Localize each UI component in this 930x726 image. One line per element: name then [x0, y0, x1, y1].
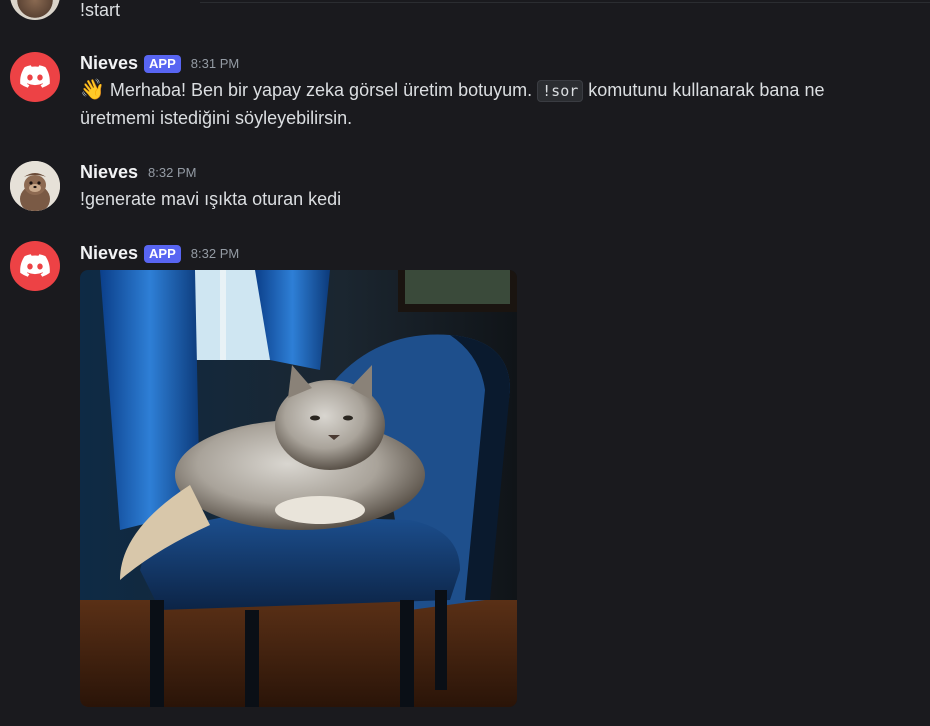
message-bot-welcome: Nieves APP 8:31 PM 👋 Merhaba! Ben bir ya…: [0, 48, 930, 138]
inline-code: !sor: [537, 80, 584, 102]
message-start: !start: [0, 0, 930, 30]
message-header: Nieves APP 8:31 PM: [80, 53, 239, 74]
timestamp[interactable]: 8:31 PM: [191, 56, 239, 71]
message-header: Nieves APP 8:32 PM: [80, 243, 239, 264]
discord-logo-icon[interactable]: [10, 52, 60, 102]
username[interactable]: Nieves: [80, 243, 138, 264]
username[interactable]: Nieves: [80, 162, 138, 183]
otter-avatar-icon: [10, 161, 60, 211]
discord-logo-icon: [20, 254, 50, 277]
chat-messages: !start Nieves APP 8:31 PM 👋 Merhaba! Ben…: [0, 0, 930, 726]
timestamp[interactable]: 8:32 PM: [148, 165, 196, 180]
message-text-part: Merhaba! Ben bir yapay zeka görsel üreti…: [109, 80, 533, 100]
user-avatar[interactable]: [10, 161, 60, 211]
message-header: Nieves 8:32 PM: [80, 162, 196, 183]
username[interactable]: Nieves: [80, 53, 138, 74]
message-text: 👋 Merhaba! Ben bir yapay zeka görsel üre…: [80, 77, 880, 132]
user-avatar[interactable]: [10, 0, 60, 20]
message-user-command: Nieves 8:32 PM !generate mavi ışıkta otu…: [0, 158, 930, 218]
image-attachment[interactable]: [80, 270, 517, 707]
discord-logo-icon: [20, 65, 50, 88]
message-text: !generate mavi ışıkta oturan kedi: [80, 189, 342, 209]
timestamp[interactable]: 8:32 PM: [191, 246, 239, 261]
app-badge: APP: [144, 54, 181, 73]
wave-emoji-icon: 👋: [80, 79, 105, 101]
message-text: !start: [80, 0, 121, 20]
app-badge: APP: [144, 244, 181, 263]
discord-logo-icon[interactable]: [10, 241, 60, 291]
generated-cat-image: [80, 270, 517, 707]
